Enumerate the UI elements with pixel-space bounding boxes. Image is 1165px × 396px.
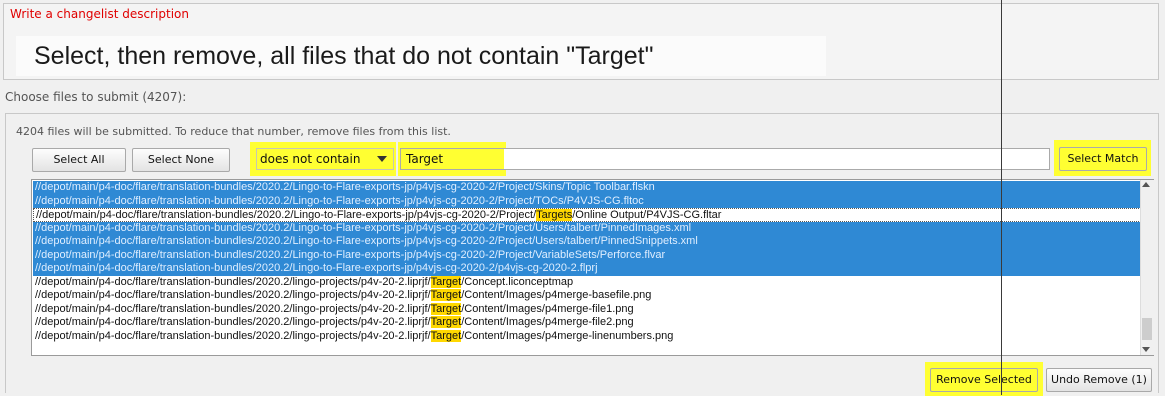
scroll-down-arrow-icon[interactable]: [1142, 347, 1150, 352]
file-path-match: Target: [430, 302, 462, 315]
file-list-row[interactable]: //depot/main/p4-doc/flare/translation-bu…: [33, 181, 1141, 195]
file-path-match: Target: [430, 275, 462, 288]
select-none-label: Select None: [147, 153, 215, 166]
file-list-row[interactable]: //depot/main/p4-doc/flare/translation-bu…: [33, 248, 1141, 262]
file-path-text: //depot/main/p4-doc/flare/translation-bu…: [35, 316, 431, 328]
file-list-row[interactable]: //depot/main/p4-doc/flare/translation-bu…: [33, 194, 1141, 208]
select-none-button[interactable]: Select None: [132, 148, 230, 172]
scrollbar-thumb[interactable]: [1142, 318, 1152, 340]
file-list-row[interactable]: //depot/main/p4-doc/flare/translation-bu…: [33, 208, 1141, 222]
file-path-text: //depot/main/p4-doc/flare/translation-bu…: [35, 302, 431, 315]
file-path-text: //depot/main/p4-doc/flare/translation-bu…: [35, 221, 692, 234]
file-path-match: Targets: [536, 209, 573, 221]
file-list[interactable]: //depot/main/p4-doc/flare/translation-bu…: [31, 179, 1154, 356]
file-list-row[interactable]: //depot/main/p4-doc/flare/translation-bu…: [33, 329, 1141, 343]
file-path-text: //depot/main/p4-doc/flare/translation-bu…: [35, 275, 431, 288]
select-match-button[interactable]: Select Match: [1059, 147, 1147, 171]
file-path-text: //depot/main/p4-doc/flare/translation-bu…: [35, 248, 666, 261]
file-path-text: //depot/main/p4-doc/flare/translation-bu…: [36, 209, 537, 221]
file-path-suffix: /Concept.liconceptmap: [461, 275, 574, 288]
file-path-suffix: /Content/Images/p4merge-basefile.png: [461, 289, 652, 301]
file-path-match: Target: [430, 289, 462, 301]
file-list-row[interactable]: //depot/main/p4-doc/flare/translation-bu…: [33, 289, 1141, 303]
scroll-up-arrow-icon[interactable]: [1142, 182, 1150, 187]
select-all-button[interactable]: Select All: [32, 148, 126, 172]
file-path-text: //depot/main/p4-doc/flare/translation-bu…: [35, 181, 655, 193]
files-count-info: 4204 files will be submitted. To reduce …: [16, 125, 451, 138]
description-text: Select, then remove, all files that do n…: [34, 42, 654, 70]
file-path-match: Target: [430, 316, 462, 328]
chevron-down-icon[interactable]: [377, 156, 387, 162]
filter-input-value: Target: [406, 152, 444, 166]
file-path-text: //depot/main/p4-doc/flare/translation-bu…: [35, 235, 698, 247]
file-list-row[interactable]: //depot/main/p4-doc/flare/translation-bu…: [33, 302, 1141, 316]
undo-remove-label: Undo Remove (1): [1051, 373, 1147, 386]
file-list-row[interactable]: //depot/main/p4-doc/flare/translation-bu…: [33, 275, 1141, 289]
choose-files-label: Choose files to submit (4207):: [5, 90, 187, 104]
file-path-suffix: /Content/Images/p4merge-file2.png: [461, 316, 634, 328]
file-list-row[interactable]: //depot/main/p4-doc/flare/translation-bu…: [33, 262, 1141, 276]
description-label: Write a changelist description: [10, 7, 189, 21]
file-path-text: //depot/main/p4-doc/flare/translation-bu…: [35, 329, 431, 342]
file-list-row[interactable]: //depot/main/p4-doc/flare/translation-bu…: [33, 316, 1141, 330]
select-match-label: Select Match: [1067, 152, 1139, 165]
file-path-text: //depot/main/p4-doc/flare/translation-bu…: [35, 194, 644, 207]
file-list-row[interactable]: //depot/main/p4-doc/flare/translation-bu…: [33, 221, 1141, 235]
file-path-suffix: /Online Output/P4VJS-CG.fltar: [572, 209, 722, 221]
file-path-match: Target: [430, 329, 462, 342]
remove-selected-label: Remove Selected: [936, 373, 1032, 386]
file-list-row[interactable]: //depot/main/p4-doc/flare/translation-bu…: [33, 235, 1141, 249]
filter-mode-value: does not contain: [260, 152, 361, 166]
remove-selected-button[interactable]: Remove Selected: [930, 368, 1038, 392]
file-path-text: //depot/main/p4-doc/flare/translation-bu…: [35, 289, 431, 301]
file-path-suffix: /Content/Images/p4merge-file1.png: [461, 302, 634, 315]
file-path-suffix: /Content/Images/p4merge-linenumbers.png: [461, 329, 674, 342]
select-all-label: Select All: [53, 153, 105, 166]
file-path-text: //depot/main/p4-doc/flare/translation-bu…: [35, 262, 598, 274]
cursor-guide-line: [1001, 0, 1002, 395]
undo-remove-button[interactable]: Undo Remove (1): [1046, 368, 1152, 392]
